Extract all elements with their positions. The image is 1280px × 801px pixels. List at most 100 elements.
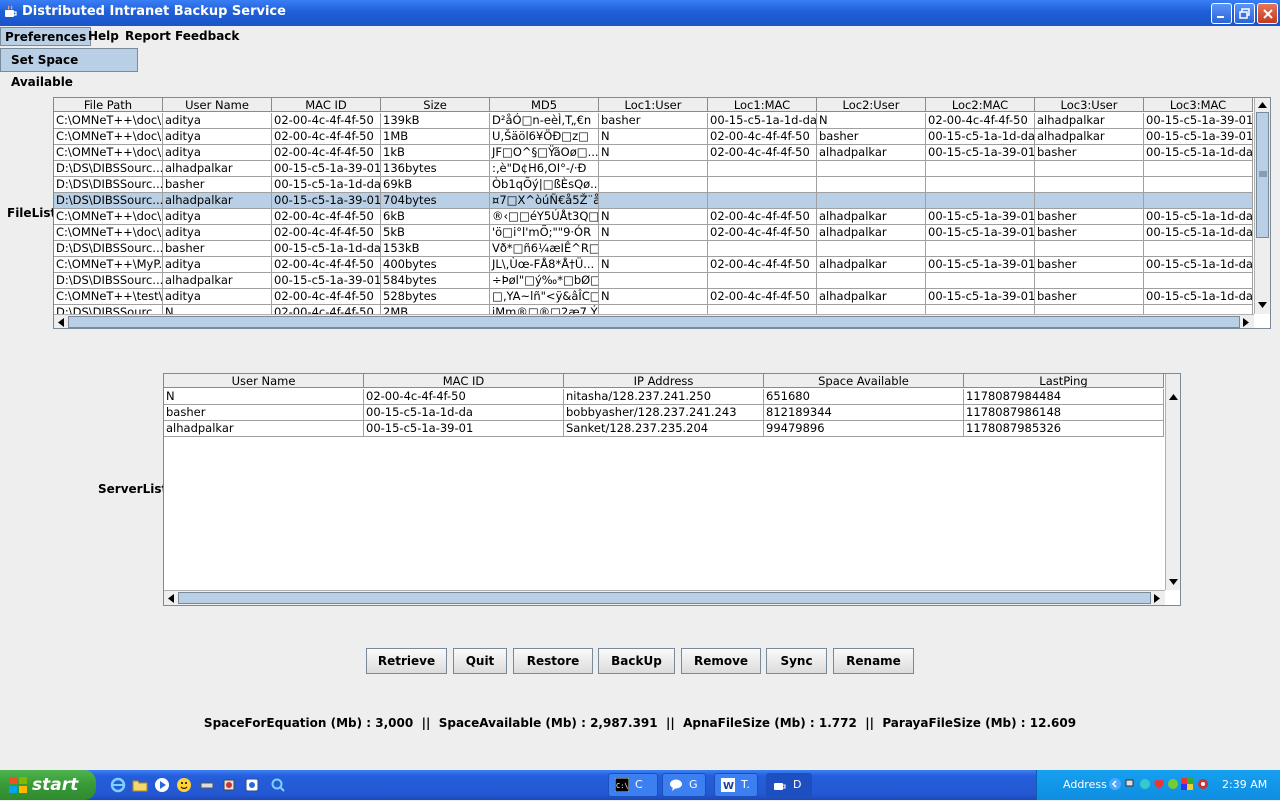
server-table-cell[interactable]: 00-15-c5-1a-1d-da (364, 405, 564, 421)
task-chat[interactable]: G (662, 773, 706, 797)
file-table-cell[interactable] (926, 273, 1035, 289)
file-table-row[interactable]: D:\DS\DIBSSourc... alhadpalkar 00-15-c5-1a… (54, 273, 1253, 289)
media-player-icon[interactable] (154, 777, 170, 793)
scroll-up-icon[interactable] (1169, 394, 1178, 400)
file-list-hscroll-thumb[interactable] (68, 316, 1240, 328)
file-table-cell[interactable]: basher (1035, 225, 1144, 241)
scroll-right-icon[interactable] (1243, 318, 1249, 327)
file-table-cell[interactable]: D:\DS\DIBSSourc... (54, 177, 163, 193)
quit-button[interactable]: Quit (453, 648, 507, 674)
file-table-cell[interactable]: 139kB (381, 113, 490, 129)
server-table-cell[interactable]: 1178087986148 (964, 405, 1164, 421)
file-column-header[interactable]: File Path (54, 98, 163, 112)
server-column-header[interactable]: MAC ID (364, 374, 564, 388)
file-table-cell[interactable] (926, 193, 1035, 209)
menu-report-feedback[interactable]: Report Feedback (121, 27, 243, 46)
utility-icon[interactable] (221, 777, 237, 793)
file-table-cell[interactable]: aditya (163, 113, 272, 129)
server-table-cell[interactable]: 812189344 (764, 405, 964, 421)
file-table-row[interactable]: D:\DS\DIBSSourc... alhadpalkar 00-15-c5-1a… (54, 161, 1253, 177)
file-table-cell[interactable]: 02-00-4c-4f-4f-50 (708, 209, 817, 225)
file-column-header[interactable]: Loc1:User (599, 98, 708, 112)
file-table-cell[interactable]: 5kB (381, 225, 490, 241)
file-column-header[interactable]: User Name (163, 98, 272, 112)
program-tray-icon[interactable] (1181, 778, 1193, 790)
server-list-horizontal-scrollbar[interactable] (164, 590, 1165, 605)
file-table-cell[interactable] (599, 273, 708, 289)
file-table-cell[interactable] (817, 177, 926, 193)
file-table-cell[interactable]: 02-00-4c-4f-4f-50 (272, 225, 381, 241)
file-table-cell[interactable]: 136bytes (381, 161, 490, 177)
messenger-smiley-icon[interactable] (176, 777, 192, 793)
security-tray-icon[interactable] (1167, 778, 1179, 790)
file-column-header[interactable]: Loc2:User (817, 98, 926, 112)
antivirus-tray-icon[interactable] (1197, 778, 1209, 790)
file-table-cell[interactable]: N (599, 209, 708, 225)
file-table-cell[interactable]: 00-15-c5-1a-1d-da (1144, 289, 1253, 305)
file-table-cell[interactable]: :‚è"D¢H6‚OI°-/·Ð (490, 161, 599, 177)
file-table-row[interactable]: C:\OMNeT++\test\... aditya 02-00-4c-4f-4f-… (54, 289, 1253, 305)
file-table-cell[interactable]: 02-00-4c-4f-4f-50 (272, 113, 381, 129)
file-table-cell[interactable]: D:\DS\DIBSSourc... (54, 193, 163, 209)
file-table-cell[interactable]: 1MB (381, 129, 490, 145)
file-table-cell[interactable]: aditya (163, 209, 272, 225)
file-column-header[interactable]: MD5 (490, 98, 599, 112)
task-word[interactable]: W T. (714, 773, 758, 797)
server-list-hscroll-thumb[interactable] (178, 592, 1151, 604)
file-table-cell[interactable]: 00-15-c5-1a-1d-da (1144, 257, 1253, 273)
menu-preferences[interactable]: Preferences (0, 27, 92, 46)
server-column-header[interactable]: User Name (164, 374, 364, 388)
file-table-cell[interactable]: alhadpalkar (163, 193, 272, 209)
mail-tray-icon[interactable] (1153, 778, 1165, 790)
file-table-cell[interactable]: D:\DS\DIBSSourc... (54, 241, 163, 257)
file-table-cell[interactable]: C:\OMNeT++\test\... (54, 289, 163, 305)
file-table-cell[interactable] (1144, 273, 1253, 289)
task-dibs-app[interactable]: D (766, 773, 812, 797)
file-table-cell[interactable]: 00-15-c5-1a-39-01 (926, 209, 1035, 225)
search-icon[interactable] (270, 777, 286, 793)
file-table-cell[interactable]: aditya (163, 257, 272, 273)
file-table-row[interactable]: D:\DS\DIBSSourc... basher 00-15-c5-1a-1d-d… (54, 241, 1253, 257)
file-table-cell[interactable]: C:\OMNeT++\doc\... (54, 129, 163, 145)
file-table-cell[interactable] (599, 161, 708, 177)
file-table-cell[interactable]: D²åÓ□n-eèÌ‚T„€n (490, 113, 599, 129)
file-table-cell[interactable]: 69kB (381, 177, 490, 193)
file-column-header[interactable]: MAC ID (272, 98, 381, 112)
file-table-row[interactable]: C:\OMNeT++\MyP... aditya 02-00-4c-4f-4f-50… (54, 257, 1253, 273)
file-table-cell[interactable]: 02-00-4c-4f-4f-50 (708, 289, 817, 305)
file-table-cell[interactable]: 00-15-c5-1a-1d-da (272, 177, 381, 193)
file-list-horizontal-scrollbar[interactable] (54, 314, 1254, 328)
internet-explorer-icon[interactable] (110, 777, 126, 793)
server-column-header[interactable]: IP Address (564, 374, 764, 388)
file-table-cell[interactable]: N (817, 113, 926, 129)
server-column-header[interactable]: Space Available (764, 374, 964, 388)
file-table-cell[interactable]: ÷Þøl"□ý‰*□bØ□... (490, 273, 599, 289)
file-table-cell[interactable]: 02-00-4c-4f-4f-50 (708, 257, 817, 273)
server-table-cell[interactable]: N (164, 389, 364, 405)
minimize-button[interactable] (1211, 3, 1232, 24)
file-table-row[interactable]: C:\OMNeT++\doc\... aditya 02-00-4c-4f-4f-5… (54, 129, 1253, 145)
file-table-cell[interactable]: C:\OMNeT++\doc\... (54, 209, 163, 225)
file-table-cell[interactable] (1035, 273, 1144, 289)
file-table-row[interactable]: C:\OMNeT++\doc\... aditya 02-00-4c-4f-4f-5… (54, 145, 1253, 161)
file-table-cell[interactable]: 00-15-c5-1a-39-01 (926, 257, 1035, 273)
file-table-cell[interactable]: 00-15-c5-1a-39-01 (926, 225, 1035, 241)
settings-icon[interactable] (244, 777, 260, 793)
file-table-cell[interactable]: 02-00-4c-4f-4f-50 (926, 113, 1035, 129)
server-table-cell[interactable]: 99479896 (764, 421, 964, 437)
file-table-cell[interactable]: 00-15-c5-1a-39-01 (926, 145, 1035, 161)
file-table-cell[interactable]: N (599, 225, 708, 241)
file-table-cell[interactable] (1144, 161, 1253, 177)
file-table-cell[interactable] (1144, 241, 1253, 257)
file-table-cell[interactable]: 153kB (381, 241, 490, 257)
file-table-cell[interactable]: □‚YA~lñ"<ÿ&âÎC□· (490, 289, 599, 305)
retrieve-button[interactable]: Retrieve (366, 648, 447, 674)
server-table-cell[interactable]: 651680 (764, 389, 964, 405)
file-table-cell[interactable] (926, 241, 1035, 257)
file-table-cell[interactable]: alhadpalkar (163, 161, 272, 177)
file-table-cell[interactable] (708, 177, 817, 193)
file-table-cell[interactable]: 00-15-c5-1a-1d-da (272, 241, 381, 257)
file-table-row[interactable]: C:\OMNeT++\doc\... aditya 02-00-4c-4f-4f-5… (54, 209, 1253, 225)
file-table-cell[interactable]: C:\OMNeT++\doc\... (54, 113, 163, 129)
file-table-cell[interactable] (817, 273, 926, 289)
